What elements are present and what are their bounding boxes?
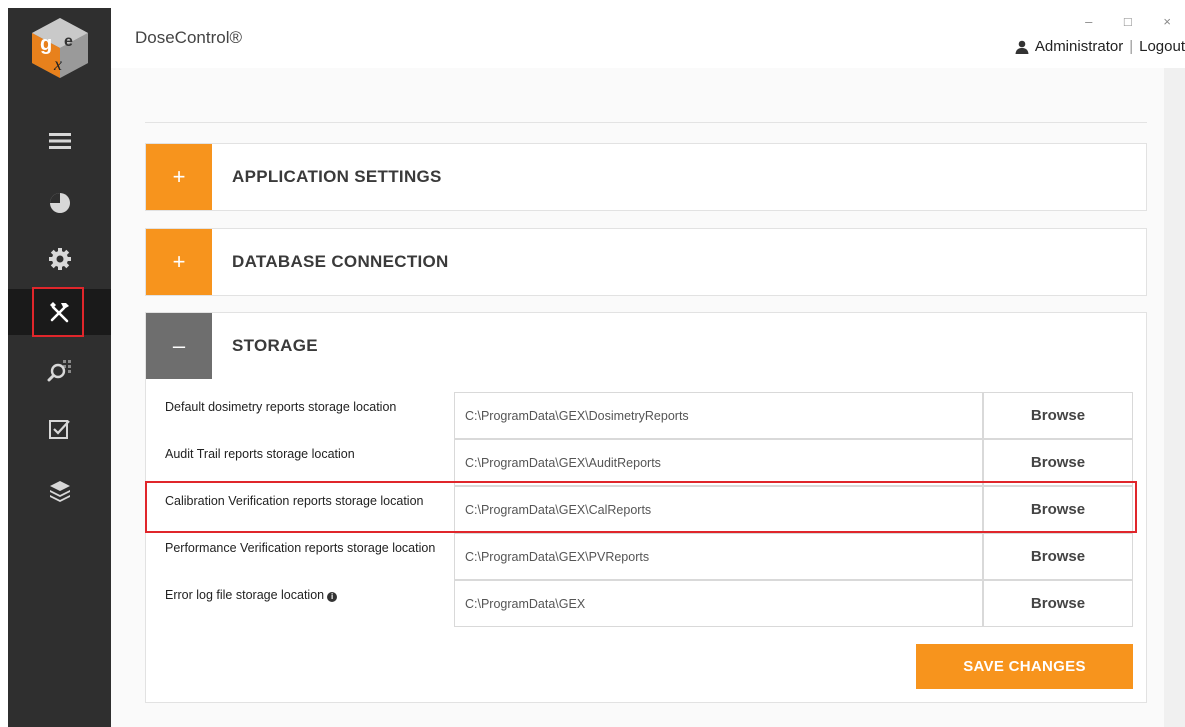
sidebar-item-search[interactable] xyxy=(8,348,111,394)
top-strip xyxy=(0,0,1185,8)
storage-label-container: Error log file storage location i xyxy=(165,588,338,602)
search-grid-icon xyxy=(47,360,71,382)
storage-path-input[interactable]: C:\ProgramData\GEX xyxy=(454,580,983,627)
sidebar-item-tools[interactable] xyxy=(8,287,111,337)
storage-row-error-log: Error log file storage location i C:\Prog… xyxy=(146,580,1146,627)
storage-path-input[interactable]: C:\ProgramData\GEX\DosimetryReports xyxy=(454,392,983,439)
svg-text:g: g xyxy=(40,33,52,55)
active-highlight-box xyxy=(32,287,84,337)
browse-button[interactable]: Browse xyxy=(983,439,1133,486)
sidebar-item-verification[interactable] xyxy=(8,406,111,452)
browse-button[interactable]: Browse xyxy=(983,533,1133,580)
panel-database-connection-header[interactable]: + DATABASE CONNECTION xyxy=(146,229,1146,295)
storage-row-performance: Performance Verification reports storage… xyxy=(146,533,1146,580)
collapse-minus-icon[interactable]: – xyxy=(146,313,212,379)
save-changes-button[interactable]: SAVE CHANGES xyxy=(916,644,1133,689)
storage-row-calibration: Calibration Verification reports storage… xyxy=(146,486,1146,533)
browse-button[interactable]: Browse xyxy=(983,486,1133,533)
panel-application-settings-header[interactable]: + APPLICATION SETTINGS xyxy=(146,144,1146,210)
sidebar-item-settings[interactable] xyxy=(8,236,111,282)
expand-plus-icon[interactable]: + xyxy=(146,144,212,210)
layers-icon xyxy=(49,481,70,502)
expand-plus-icon[interactable]: + xyxy=(146,229,212,295)
storage-label: Performance Verification reports storage… xyxy=(165,541,436,555)
user-name: Administrator xyxy=(1034,38,1124,55)
storage-path-input[interactable]: C:\ProgramData\GEX\PVReports xyxy=(454,533,983,580)
window-controls[interactable]: – □ × xyxy=(1085,14,1185,29)
storage-path-input[interactable]: C:\ProgramData\GEX\AuditReports xyxy=(454,439,983,486)
menu-icon xyxy=(48,133,71,149)
browse-button[interactable]: Browse xyxy=(983,580,1133,627)
app-title: DoseControl® xyxy=(135,28,243,47)
storage-path-input[interactable]: C:\ProgramData\GEX\CalReports xyxy=(454,486,983,533)
panel-database-connection: + DATABASE CONNECTION xyxy=(145,228,1147,296)
gear-icon xyxy=(48,248,71,270)
sidebar: g e x xyxy=(8,8,111,727)
user-icon xyxy=(1015,40,1029,54)
user-separator: | xyxy=(1129,38,1134,55)
storage-label: Default dosimetry reports storage locati… xyxy=(165,400,397,414)
sidebar-item-menu[interactable] xyxy=(8,118,111,164)
panel-title: STORAGE xyxy=(232,336,318,355)
scrollbar[interactable] xyxy=(1164,68,1185,727)
app-header: DoseControl® – □ × Administrator | Logou… xyxy=(111,8,1185,68)
panel-title: DATABASE CONNECTION xyxy=(232,252,449,271)
info-icon[interactable]: i xyxy=(327,592,338,602)
logout-link[interactable]: Logout xyxy=(1139,38,1185,55)
dashboard-icon xyxy=(49,193,70,213)
panel-title: APPLICATION SETTINGS xyxy=(232,167,442,186)
svg-text:e: e xyxy=(64,33,73,50)
gex-logo-icon: g e x xyxy=(32,18,88,78)
browse-button[interactable]: Browse xyxy=(983,392,1133,439)
svg-text:x: x xyxy=(53,54,62,74)
storage-label: Calibration Verification reports storage… xyxy=(165,494,424,508)
panel-application-settings: + APPLICATION SETTINGS xyxy=(145,143,1147,211)
storage-row-audit: Audit Trail reports storage location C:\… xyxy=(146,439,1146,486)
sidebar-item-dashboard[interactable] xyxy=(8,180,111,226)
user-area: Administrator | Logout xyxy=(1015,38,1185,55)
storage-label: Audit Trail reports storage location xyxy=(165,447,355,461)
divider xyxy=(145,122,1147,123)
main-content: + APPLICATION SETTINGS + DATABASE CONNEC… xyxy=(111,68,1185,727)
storage-label: Error log file storage location xyxy=(165,588,325,602)
storage-row-dosimetry: Default dosimetry reports storage locati… xyxy=(146,392,1146,439)
sidebar-item-layers[interactable] xyxy=(8,468,111,514)
checkbox-icon xyxy=(48,420,70,439)
panel-storage-header[interactable]: – STORAGE xyxy=(146,313,1146,379)
